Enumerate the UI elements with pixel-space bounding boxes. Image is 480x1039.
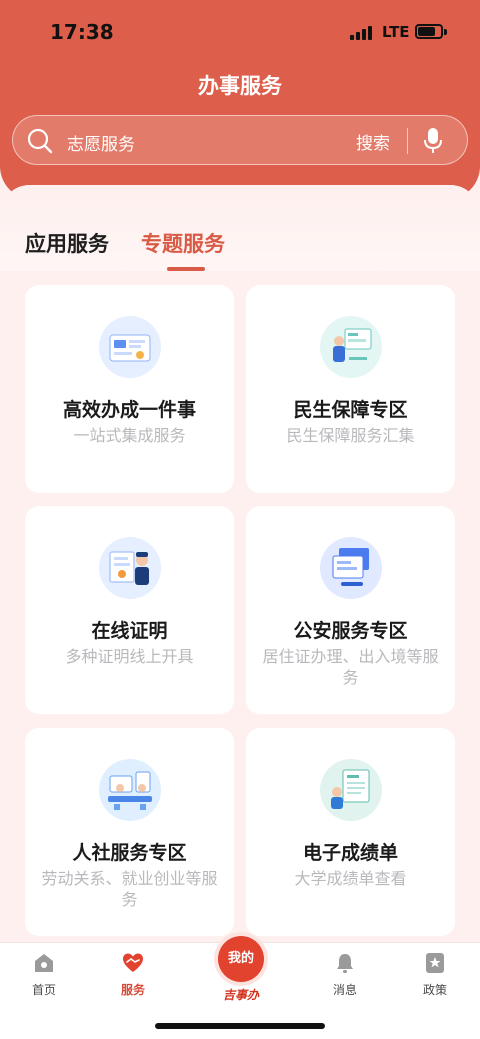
network-label: LTE (382, 23, 410, 41)
card-title: 在线证明 (91, 620, 168, 642)
dashboard-illustration-icon (99, 316, 161, 378)
presentation-illustration-icon (320, 316, 382, 378)
bell-icon (337, 954, 353, 973)
status-bar: 17:38 LTE (0, 0, 480, 60)
page-title: 办事服务 (198, 74, 282, 98)
signal-icon (350, 26, 376, 40)
home-icon (35, 954, 53, 972)
battery-tip (444, 29, 447, 35)
tabbar-messages-label: 消息 (332, 983, 357, 997)
card-title: 电子成绩单 (302, 842, 398, 864)
card-title: 高效办成一件事 (62, 399, 196, 421)
card-public-security[interactable]: 公安服务专区 居住证办理、出入境等服务 (246, 506, 455, 714)
app-brand-label: 吉事办 (222, 988, 259, 1002)
status-time: 17:38 (50, 20, 114, 44)
card-livelihood-security[interactable]: 民生保障专区 民生保障服务汇集 (246, 285, 455, 493)
tabbar-policy[interactable]: 政策 (400, 951, 470, 998)
card-electronic-transcript[interactable]: 电子成绩单 大学成绩单查看 (246, 728, 455, 936)
search-divider (407, 128, 408, 154)
officer-certificate-icon (99, 537, 161, 599)
tabbar-mine-button[interactable]: 我的 (218, 936, 264, 982)
policy-icon (426, 953, 444, 973)
main-content: 应用服务 专题服务 高效办成一件事 一站式集成服务 民生保障专区 民生保障服务汇… (0, 185, 480, 955)
screens-illustration-icon (320, 537, 382, 599)
card-description: 民生保障服务汇集 (286, 426, 415, 445)
tabbar-home[interactable]: 首页 (9, 951, 79, 998)
tabbar-mine-label: 我的 (227, 951, 254, 966)
card-online-certificate[interactable]: 在线证明 多种证明线上开具 (25, 506, 234, 714)
card-efficient-services[interactable]: 高效办成一件事 一站式集成服务 (25, 285, 234, 493)
search-icon (27, 128, 53, 154)
header-background: 17:38 LTE 办事服务 志愿服务 搜索 (0, 0, 480, 200)
card-description: 一站式集成服务 (73, 426, 186, 445)
tabs-area: 应用服务 专题服务 (0, 185, 480, 271)
card-description: 大学成绩单查看 (294, 869, 407, 888)
card-human-resources[interactable]: 人社服务专区 劳动关系、就业创业等服务 (25, 728, 234, 936)
tab-app-services[interactable]: 应用服务 (25, 228, 109, 258)
transcript-illustration-icon (320, 759, 382, 821)
office-illustration-icon (99, 759, 161, 821)
search-bar[interactable]: 志愿服务 搜索 (12, 115, 468, 165)
tabbar-service-label: 服务 (120, 983, 145, 997)
card-description: 劳动关系、就业创业等服务 (41, 869, 218, 909)
tab-topic-services[interactable]: 专题服务 (141, 228, 225, 258)
card-title: 民生保障专区 (293, 399, 408, 421)
microphone-icon[interactable] (423, 127, 443, 155)
card-description: 多种证明线上开具 (65, 647, 194, 666)
search-input[interactable]: 志愿服务 (67, 130, 135, 155)
heart-handshake-icon (123, 953, 143, 972)
tabbar-messages[interactable]: 消息 (310, 951, 380, 998)
tabbar-policy-label: 政策 (422, 983, 447, 997)
home-indicator[interactable] (155, 1023, 325, 1029)
card-title: 公安服务专区 (293, 620, 408, 642)
tabbar-home-label: 首页 (31, 983, 56, 997)
battery-icon (415, 24, 443, 39)
tab-active-indicator (167, 267, 205, 271)
card-description: 居住证办理、出入境等服务 (262, 647, 439, 687)
tabbar-service[interactable]: 服务 (98, 951, 168, 998)
card-title: 人社服务专区 (72, 842, 187, 864)
search-button[interactable]: 搜索 (356, 129, 390, 154)
